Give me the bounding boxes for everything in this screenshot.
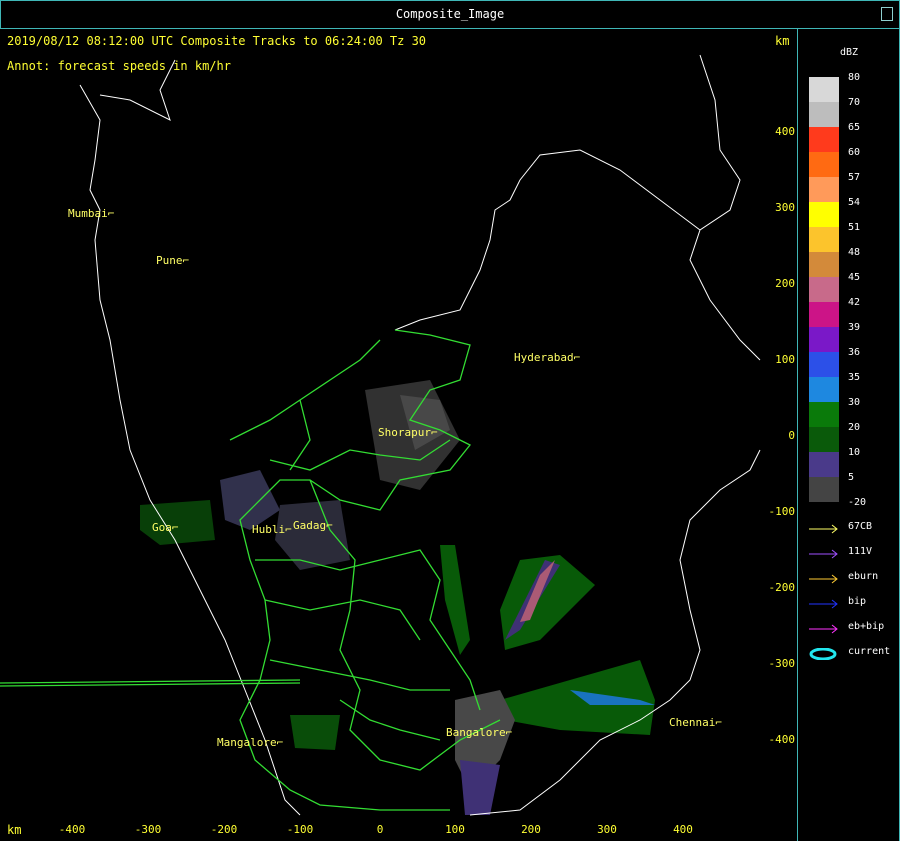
legend-level-label: 45 [848, 272, 861, 283]
x-tick: -200 [210, 823, 238, 836]
radar-echoes [140, 380, 655, 815]
track-arrow-icon [809, 524, 838, 534]
current-ellipse-icon [809, 648, 837, 660]
city-label-shorapur: Shorapur⌐ [378, 426, 438, 439]
legend-level-label: 10 [848, 447, 861, 458]
city-label-mumbai: Mumbai⌐ [68, 207, 115, 220]
y-tick: 400 [775, 125, 795, 138]
legend-level-label: 35 [848, 372, 861, 383]
x-tick: 200 [521, 823, 541, 836]
y-tick: -100 [768, 505, 796, 518]
y-axis-unit: km [775, 34, 790, 48]
legend-swatch [809, 377, 839, 402]
legend-level-label: 60 [848, 147, 861, 158]
x-tick: 300 [597, 823, 617, 836]
y-tick: 200 [775, 277, 795, 290]
track-arrow-icon [809, 599, 838, 609]
legend-swatch [809, 477, 839, 502]
legend-level-label: 57 [848, 172, 861, 183]
legend-swatch [809, 302, 839, 327]
legend-swatch [809, 352, 839, 377]
track-arrow-icon [809, 574, 838, 584]
legend-level-label: 80 [848, 72, 861, 83]
legend-level-label: 65 [848, 122, 861, 133]
legend-level-label: 39 [848, 322, 861, 333]
legend-level-label: 5 [848, 472, 855, 483]
city-label-pune: Pune⌐ [156, 254, 190, 267]
legend-swatch [809, 127, 839, 152]
x-tick: 400 [673, 823, 693, 836]
legend-swatch [809, 177, 839, 202]
track-legend-label: 111V [848, 546, 873, 557]
composite-header: 2019/08/12 08:12:00 UTC Composite Tracks… [7, 34, 427, 48]
legend-unit-label: dBZ [840, 47, 859, 58]
legend-swatch [809, 277, 839, 302]
x-tick: 100 [445, 823, 465, 836]
track-arrow-icon [809, 624, 838, 634]
y-tick: 300 [775, 201, 795, 214]
x-tick: -300 [134, 823, 162, 836]
track-arrow-icon [809, 549, 838, 559]
annotation-text: Annot: forecast speeds in km/hr [7, 59, 231, 73]
track-legend-item: bip [809, 596, 897, 610]
legend-level-label: 36 [848, 347, 861, 358]
legend-swatch [809, 452, 839, 477]
track-legend-label: eburn [848, 571, 879, 582]
city-label-goa: Goa⌐ [152, 521, 179, 534]
track-legend-item: 67CB [809, 521, 897, 535]
legend-level-label: 20 [848, 422, 861, 433]
track-legend-label: current [848, 646, 891, 657]
legend-level-label: 70 [848, 97, 861, 108]
legend-level-label: 48 [848, 247, 861, 258]
track-legend-item: current [809, 646, 897, 660]
city-label-gadag: Gadag⌐ [293, 519, 333, 532]
y-tick: -300 [768, 657, 796, 670]
track-legend-item: eburn [809, 571, 897, 585]
city-label-mangalore: Mangalore⌐ [217, 736, 284, 749]
legend-level-label: -20 [848, 497, 867, 508]
legend-level-label: 30 [848, 397, 861, 408]
track-legend-label: eb+bip [848, 621, 885, 632]
y-tick: 100 [775, 353, 795, 366]
legend-swatch [809, 327, 839, 352]
city-label-hubli: Hubli⌐ [252, 523, 292, 536]
legend-level-label: 54 [848, 197, 861, 208]
track-legend-label: 67CB [848, 521, 873, 532]
legend-swatch [809, 102, 839, 127]
legend-swatch [809, 402, 839, 427]
track-legend-item: 111V [809, 546, 897, 560]
legend-swatch [809, 252, 839, 277]
y-tick: -400 [768, 733, 796, 746]
city-label-bangalore: Bangalore⌐ [446, 726, 513, 739]
x-tick: -400 [58, 823, 86, 836]
legend-level-label: 51 [848, 222, 861, 233]
y-tick: 0 [788, 429, 795, 442]
legend-swatch [809, 77, 839, 102]
city-label-hyderabad: Hyderabad⌐ [514, 351, 581, 364]
legend-swatch [809, 427, 839, 452]
legend-swatch [809, 227, 839, 252]
track-legend-item: eb+bip [809, 621, 897, 635]
y-tick: -200 [768, 581, 796, 594]
legend-swatch [809, 152, 839, 177]
city-label-chennai: Chennai⌐ [669, 716, 722, 729]
x-axis-unit: km [7, 823, 22, 837]
x-tick: -100 [286, 823, 314, 836]
legend-level-label: 42 [848, 297, 861, 308]
x-tick: 0 [376, 823, 384, 836]
track-legend-label: bip [848, 596, 867, 607]
legend-swatch [809, 202, 839, 227]
